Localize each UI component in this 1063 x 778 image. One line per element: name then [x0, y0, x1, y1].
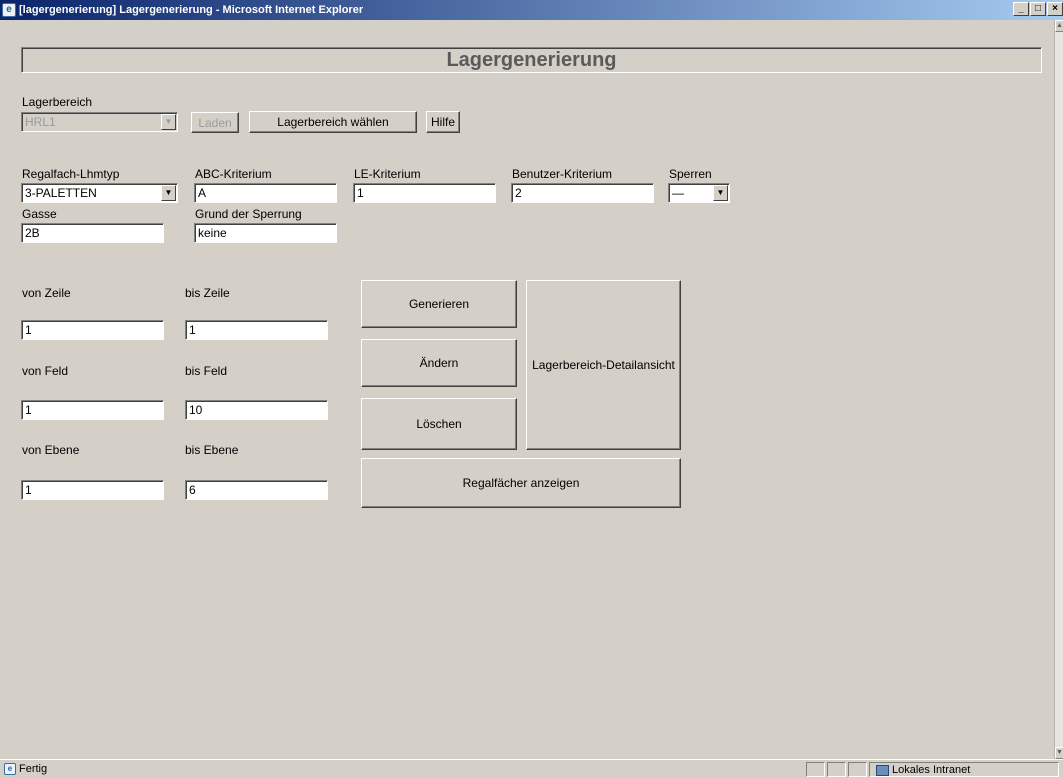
chevron-down-icon: ▼ [161, 114, 176, 130]
von-ebene-label: von Ebene [22, 443, 80, 457]
status-text: Fertig [19, 763, 48, 775]
von-feld-label: von Feld [22, 364, 69, 378]
bis-ebene-label: bis Ebene [185, 443, 239, 457]
security-zone: Lokales Intranet [876, 764, 970, 776]
laden-button[interactable]: Laden [191, 112, 239, 133]
window-title: [lagergenerierung] Lagergenerierung - Mi… [19, 4, 364, 16]
sperren-value: — [672, 186, 684, 200]
loeschen-button[interactable]: Löschen [361, 398, 517, 450]
window-titlebar: e [lagergenerierung] Lagergenerierung - … [0, 0, 1063, 20]
lagerbereich-label: Lagerbereich [22, 95, 93, 109]
close-button[interactable]: × [1047, 2, 1063, 16]
le-kriterium-label: LE-Kriterium [354, 167, 421, 181]
le-kriterium-input[interactable]: 1 [353, 183, 496, 203]
gasse-input[interactable]: 2B [21, 223, 164, 243]
grund-der-sperrung-input[interactable]: keine [194, 223, 337, 243]
bis-ebene-input[interactable]: 6 [185, 480, 328, 500]
benutzer-kriterium-label: Benutzer-Kriterium [512, 167, 613, 181]
von-feld-input[interactable]: 1 [21, 400, 164, 420]
lagerbereich-select[interactable]: HRL1 ▼ [21, 112, 178, 132]
page-title: Lagergenerierung [21, 47, 1042, 73]
vertical-scrollbar[interactable]: ▲ ▼ [1054, 20, 1063, 759]
status-cell [848, 762, 867, 777]
status-cell [806, 762, 825, 777]
hilfe-button[interactable]: Hilfe [426, 111, 460, 133]
status-message: e Fertig [4, 763, 48, 776]
sperren-select[interactable]: — ▼ [668, 183, 730, 203]
scroll-up-icon[interactable]: ▲ [1055, 20, 1063, 32]
maximize-button[interactable]: □ [1030, 2, 1046, 16]
status-cell [827, 762, 846, 777]
chevron-down-icon: ▼ [713, 185, 728, 201]
bis-feld-label: bis Feld [185, 364, 228, 378]
sperren-label: Sperren [669, 167, 712, 181]
intranet-icon [876, 764, 889, 776]
regalfaecher-anzeigen-button[interactable]: Regalfächer anzeigen [361, 458, 681, 508]
von-ebene-input[interactable]: 1 [21, 480, 164, 500]
generieren-button[interactable]: Generieren [361, 280, 517, 328]
von-zeile-label: von Zeile [22, 286, 71, 300]
gasse-label: Gasse [22, 207, 57, 221]
security-zone-cell: Lokales Intranet [869, 762, 1059, 777]
regalfach-lhmtyp-value: 3-PALETTEN [25, 186, 97, 200]
grund-der-sperrung-label: Grund der Sperrung [195, 207, 302, 221]
von-zeile-input[interactable]: 1 [21, 320, 164, 340]
scroll-down-icon[interactable]: ▼ [1055, 747, 1063, 759]
lagerbereich-select-value: HRL1 [25, 115, 56, 129]
lagerbereich-waehlen-button[interactable]: Lagerbereich wählen [249, 111, 417, 133]
security-zone-label: Lokales Intranet [892, 764, 971, 776]
bis-feld-input[interactable]: 10 [185, 400, 328, 420]
status-bar: e Fertig Lokales Intranet [0, 759, 1063, 778]
lagerbereich-detailansicht-button[interactable]: Lagerbereich-Detailansicht [526, 280, 681, 450]
minimize-button[interactable]: _ [1013, 2, 1029, 16]
benutzer-kriterium-input[interactable]: 2 [511, 183, 654, 203]
internet-explorer-icon: e [2, 3, 16, 17]
page-content: Lagergenerierung Lagerbereich HRL1 ▼ Lad… [9, 20, 1054, 759]
bis-zeile-input[interactable]: 1 [185, 320, 328, 340]
chevron-down-icon: ▼ [161, 185, 176, 201]
bis-zeile-label: bis Zeile [185, 286, 230, 300]
page-icon: e [4, 763, 16, 776]
abc-kriterium-input[interactable]: A [194, 183, 337, 203]
regalfach-lhmtyp-label: Regalfach-Lhmtyp [22, 167, 120, 181]
aendern-button[interactable]: Ändern [361, 339, 517, 387]
regalfach-lhmtyp-select[interactable]: 3-PALETTEN ▼ [21, 183, 178, 203]
window-controls: _ □ × [1012, 2, 1063, 16]
abc-kriterium-label: ABC-Kriterium [195, 167, 272, 181]
